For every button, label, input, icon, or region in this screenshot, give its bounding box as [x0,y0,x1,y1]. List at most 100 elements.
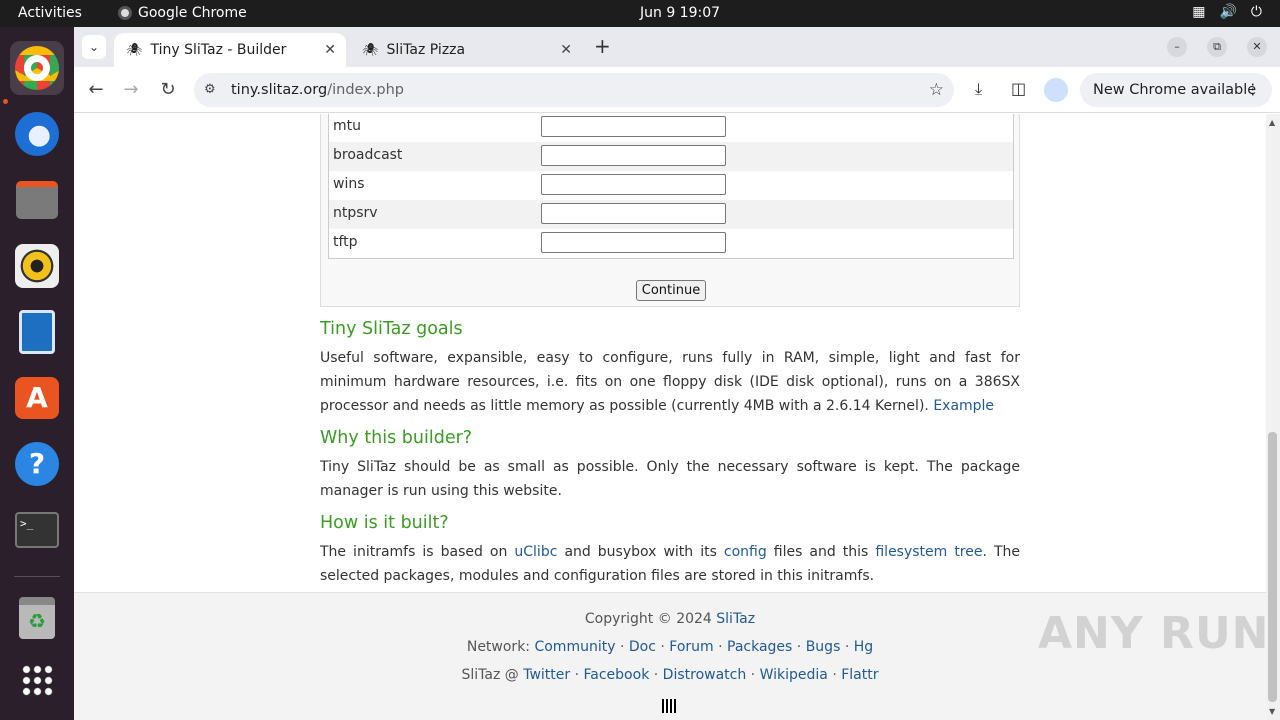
scrollbar-thumb[interactable] [1268,432,1277,702]
mtu-input[interactable] [541,116,726,137]
field-label-mtu: mtu [333,118,361,134]
filesystem-tree-link[interactable]: filesystem tree [875,544,982,560]
close-tab-icon[interactable]: ✕ [324,42,336,58]
forum-link[interactable]: Forum [669,639,713,655]
url-text: tiny.slitaz.org/index.php [231,73,404,107]
table-row: tftp [329,229,1013,258]
system-tray[interactable]: ▦ 🔊 ⏻ [1192,4,1262,20]
field-label-wins: wins [333,176,365,192]
table-row: ntpsrv [329,200,1013,229]
config-link[interactable]: config [724,544,767,560]
slitaz-link[interactable]: SliTaz [716,611,755,627]
flattr-link[interactable]: Flattr [841,667,878,683]
wikipedia-link[interactable]: Wikipedia [760,667,828,683]
url-host: tiny.slitaz.org [231,82,328,98]
address-bar[interactable]: ⚙ tiny.slitaz.org/index.php ☆ [194,73,954,107]
doc-link[interactable]: Doc [629,639,656,655]
ntpsrv-input[interactable] [541,203,726,224]
activities-button[interactable]: Activities [18,5,82,21]
browser-toolbar: ← → ↻ ⚙ tiny.slitaz.org/index.php ☆ ⤓ ◫ … [74,67,1280,113]
close-window-button[interactable]: ✕ [1247,37,1267,57]
uclibc-link[interactable]: uClibc [514,544,557,560]
power-icon: ⏻ [1250,4,1262,20]
how-heading: How is it built? [320,513,449,533]
writer-launcher[interactable] [10,305,64,359]
broadcast-input[interactable] [541,145,726,166]
app-menu[interactable]: Google Chrome [118,5,247,21]
update-label: New Chrome available [1093,82,1257,98]
bookmark-star-icon[interactable]: ☆ [929,73,944,107]
tab-search-button[interactable]: ⌄ [82,35,106,59]
dock: A ? >_ ♻ [0,27,74,720]
how-text-part: and busybox with its [564,544,717,560]
qr-code-icon[interactable] [662,699,676,713]
running-indicator [3,99,8,104]
table-row: mtu [329,114,1013,142]
volume-icon: 🔊 [1219,4,1237,20]
more-menu-icon[interactable]: ⋮ [1246,73,1261,107]
scroll-down-arrow-icon[interactable]: ▼ [1269,707,1275,716]
chrome-launcher[interactable] [10,41,64,95]
help-launcher[interactable]: ? [10,437,64,491]
chrome-small-icon [118,6,132,20]
site-info-icon[interactable]: ⚙ [204,73,216,107]
back-button[interactable]: ← [83,77,109,103]
twitter-link[interactable]: Twitter [523,667,570,683]
trash-icon: ♻ [19,597,55,639]
wins-input[interactable] [541,174,726,195]
download-icon[interactable]: ⤓ [975,79,982,99]
why-heading: Why this builder? [320,428,473,448]
show-apps-button[interactable] [10,653,64,707]
slitaz-favicon: 🕷 [362,42,379,58]
table-row: broadcast [329,142,1013,171]
forward-button[interactable]: → [118,77,144,103]
terminal-launcher[interactable]: >_ [10,503,64,557]
app-center-launcher[interactable]: A [10,371,64,425]
clock[interactable]: Jun 9 19:07 [640,5,720,21]
continue-button[interactable]: Continue [636,280,706,301]
tftp-input[interactable] [541,232,726,253]
field-label-ntpsrv: ntpsrv [333,205,378,221]
facebook-link[interactable]: Facebook [584,667,650,683]
social-links-line: SliTaz @ Twitter · Facebook · Distrowatc… [461,667,879,683]
new-chrome-available-button[interactable]: New Chrome available ⋮ [1080,73,1272,107]
copyright-text: Copyright © 2024 [584,611,712,627]
new-tab-button[interactable]: + [594,34,611,58]
network-icon: ▦ [1192,4,1206,20]
grid-icon [21,664,53,696]
field-label-tftp: tftp [333,234,358,250]
url-path: /index.php [327,82,404,98]
thunderbird-launcher[interactable] [10,107,64,161]
distrowatch-link[interactable]: Distrowatch [663,667,747,683]
reload-button[interactable]: ↻ [155,77,181,103]
why-section: Why this builder? Tiny SliTaz should be … [320,428,1020,503]
profile-avatar[interactable] [1044,78,1068,102]
packages-link[interactable]: Packages [727,639,792,655]
maximize-button[interactable]: ⧉ [1207,37,1227,57]
thunderbird-icon [15,112,59,156]
network-config-table: mtu broadcast wins ntpsrv tftp [328,114,1014,259]
why-text: Tiny SliTaz should be as small as possib… [320,459,1020,499]
network-config-form: mtu broadcast wins ntpsrv tftp Continue [320,114,1020,307]
rhythmbox-launcher[interactable] [10,239,64,293]
files-launcher[interactable] [10,173,64,227]
slitaz-favicon: 🕷 [126,42,143,58]
minimize-button[interactable]: – [1167,37,1187,57]
hg-link[interactable]: Hg [854,639,873,655]
example-link[interactable]: Example [933,398,994,414]
chrome-icon [15,46,59,90]
tab-tiny-slitaz-builder[interactable]: 🕷 Tiny SliTaz - Builder ✕ [114,33,346,67]
social-label: SliTaz @ [461,667,519,683]
bugs-link[interactable]: Bugs [806,639,841,655]
trash-launcher[interactable]: ♻ [10,591,64,645]
rhythmbox-icon [15,244,59,288]
close-tab-icon[interactable]: ✕ [560,42,572,58]
anyrun-watermark: ANY RUN [1038,608,1270,659]
table-row: wins [329,171,1013,200]
tab-slitaz-pizza[interactable]: 🕷 SliTaz Pizza ✕ [350,33,582,67]
network-label: Network: [466,639,531,655]
scroll-up-arrow-icon[interactable]: ▲ [1269,118,1275,127]
community-link[interactable]: Community [534,639,615,655]
side-panel-icon[interactable]: ◫ [1011,79,1026,98]
goals-section: Tiny SliTaz goals Useful software, expan… [320,319,1020,418]
